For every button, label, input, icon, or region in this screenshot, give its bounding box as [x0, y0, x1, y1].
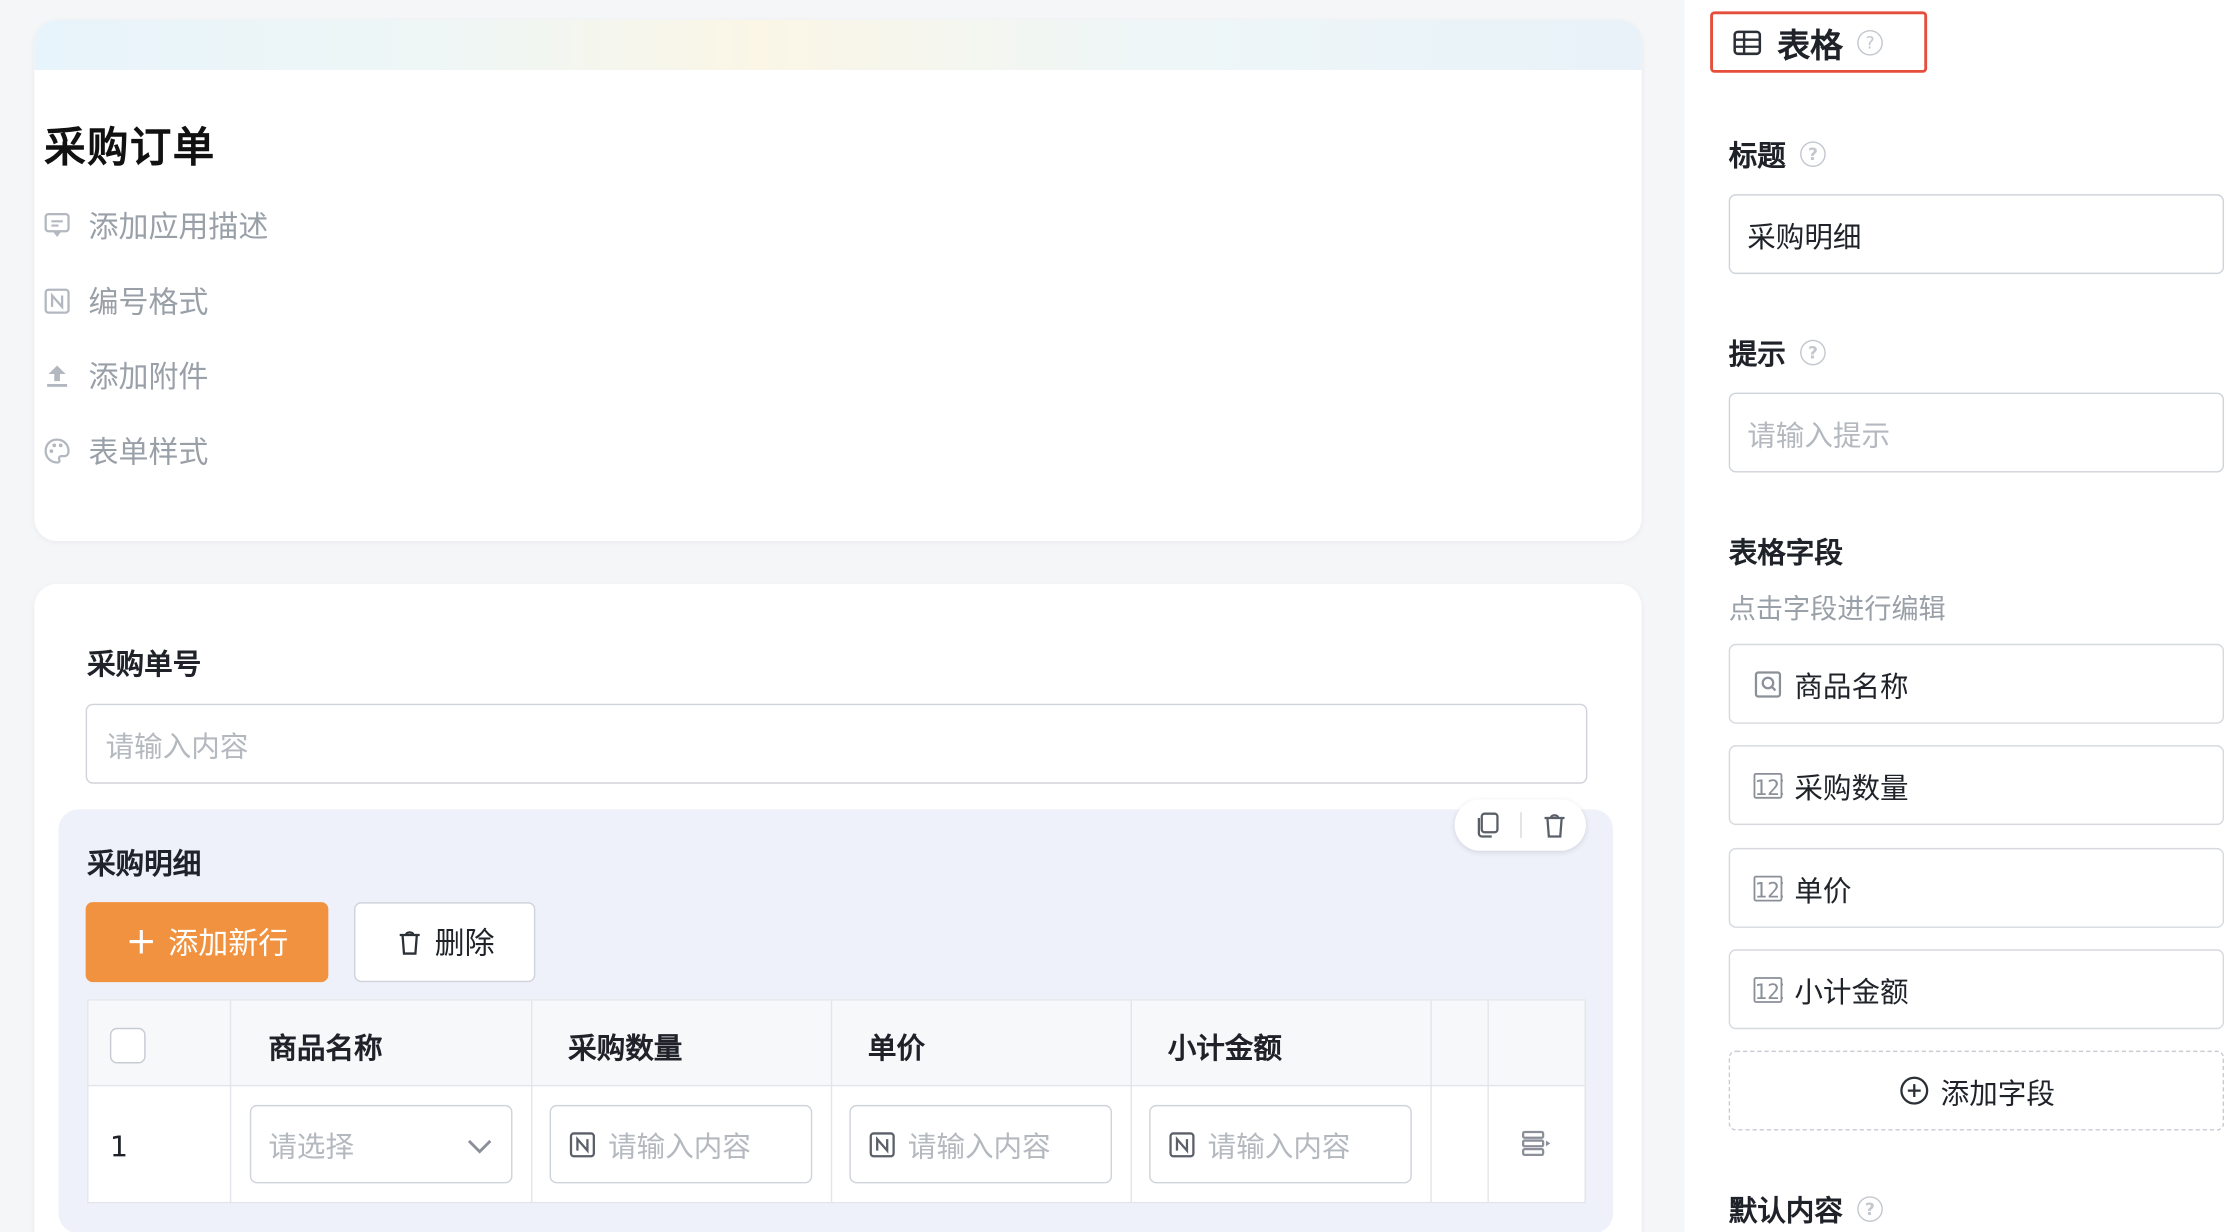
- column-divider: [229, 1000, 232, 1202]
- field-item-subtotal[interactable]: 123 小计金额: [1728, 949, 2225, 1030]
- title-input[interactable]: 采购明细: [1728, 194, 2225, 275]
- comment-icon: [44, 212, 70, 237]
- default-content-label: 默认内容 ?: [1729, 1188, 1883, 1229]
- delete-label: 删除: [434, 926, 495, 961]
- subtotal-placeholder: 请输入内容: [1207, 1129, 1351, 1164]
- number-format-label: 编号格式: [88, 285, 209, 320]
- block-toolbar: [1454, 799, 1586, 851]
- number-field-icon: 123: [1753, 875, 1783, 902]
- column-divider: [1430, 1000, 1432, 1202]
- default-label-text: 默认内容: [1728, 1193, 1843, 1228]
- plus-circle-icon: [1899, 1076, 1928, 1105]
- number-format-icon: [44, 288, 70, 314]
- column-divider: [1487, 1000, 1489, 1202]
- form-style-label: 表单样式: [88, 435, 209, 470]
- row-edit-icon[interactable]: [1517, 1125, 1554, 1162]
- order-no-input[interactable]: 请输入内容: [85, 703, 1588, 784]
- select-all-checkbox[interactable]: [109, 1027, 146, 1064]
- number-format-icon: [869, 1131, 895, 1157]
- add-description-option[interactable]: 添加应用描述: [43, 204, 269, 247]
- select-field-icon: [1754, 670, 1782, 697]
- toolbar-divider: [1519, 812, 1522, 838]
- header-banner: [34, 19, 1642, 70]
- trash-icon: [398, 931, 419, 955]
- help-icon[interactable]: ?: [1857, 1195, 1883, 1222]
- help-icon[interactable]: ?: [1800, 339, 1826, 365]
- column-divider: [1130, 1000, 1133, 1202]
- column-header-price: 单价: [867, 1030, 926, 1065]
- add-description-label: 添加应用描述: [88, 209, 269, 245]
- order-no-label: 采购单号: [87, 646, 202, 681]
- detail-table: 商品名称 采购数量 单价 小计金额 1 请选择 请输入内容 请输入内容 请输入内…: [87, 999, 1586, 1204]
- number-field-icon: 123: [1753, 976, 1783, 1003]
- row-index: 1: [109, 1129, 129, 1164]
- column-header-product: 商品名称: [268, 1030, 383, 1065]
- product-select-placeholder: 请选择: [268, 1129, 355, 1164]
- field-item-qty[interactable]: 123 采购数量: [1728, 745, 2225, 826]
- add-row-label: 添加新行: [168, 926, 289, 961]
- svg-text:123: 123: [1754, 775, 1782, 799]
- hint-label-text: 提示: [1728, 336, 1786, 372]
- field-item-label: 商品名称: [1794, 668, 1909, 704]
- number-field-icon: 123: [1753, 772, 1783, 799]
- field-item-product[interactable]: 商品名称: [1728, 643, 2225, 724]
- form-header-card: [34, 19, 1642, 542]
- title-label-text: 标题: [1728, 138, 1786, 173]
- table-fields-label: 表格字段: [1728, 535, 1843, 570]
- subtotal-input[interactable]: 请输入内容: [1149, 1104, 1412, 1184]
- number-format-option[interactable]: 编号格式: [43, 280, 209, 323]
- panel-header: 表格 ?: [1710, 11, 1928, 73]
- price-input[interactable]: 请输入内容: [849, 1104, 1113, 1184]
- field-item-price[interactable]: 123 单价: [1728, 847, 2225, 928]
- price-placeholder: 请输入内容: [907, 1129, 1051, 1164]
- add-attachment-option[interactable]: 添加附件: [43, 354, 209, 397]
- hint-field-label: 提示 ?: [1729, 331, 1826, 372]
- column-divider: [531, 1000, 533, 1202]
- upload-icon: [47, 365, 68, 387]
- help-icon[interactable]: ?: [1857, 29, 1883, 55]
- copy-icon[interactable]: [1472, 811, 1501, 840]
- delete-rows-button[interactable]: 删除: [354, 902, 536, 983]
- plus-icon: +: [125, 920, 157, 964]
- add-attachment-label: 添加附件: [88, 359, 209, 394]
- chevron-down-icon: [467, 1139, 492, 1154]
- add-field-button[interactable]: 添加字段: [1728, 1050, 2225, 1131]
- palette-icon: [44, 438, 70, 464]
- field-item-label: 单价: [1794, 872, 1852, 908]
- number-format-icon: [1169, 1131, 1195, 1157]
- hint-input[interactable]: 请输入提示: [1728, 392, 2225, 473]
- field-item-label: 小计金额: [1794, 974, 1909, 1009]
- svg-text:123: 123: [1754, 878, 1782, 902]
- qty-placeholder: 请输入内容: [608, 1129, 751, 1164]
- field-item-label: 采购数量: [1794, 770, 1909, 805]
- add-field-label: 添加字段: [1940, 1075, 2055, 1110]
- qty-input[interactable]: 请输入内容: [549, 1104, 813, 1184]
- table-icon: [1733, 29, 1762, 55]
- title-field-label: 标题 ?: [1729, 133, 1826, 174]
- app-root: 采购订单 添加应用描述 编号格式 添加附件 表单样式 采购单号 请输入内容 采购…: [0, 0, 2234, 1232]
- help-icon[interactable]: ?: [1800, 140, 1826, 167]
- column-divider: [830, 1000, 833, 1202]
- form-title[interactable]: 采购订单: [44, 114, 215, 174]
- product-select[interactable]: 请选择: [249, 1104, 513, 1184]
- panel-title: 表格: [1777, 27, 1843, 65]
- detail-label: 采购明细: [87, 846, 202, 881]
- column-header-qty: 采购数量: [568, 1030, 683, 1065]
- form-style-option[interactable]: 表单样式: [43, 430, 209, 473]
- number-format-icon: [569, 1131, 595, 1157]
- column-header-subtotal: 小计金额: [1167, 1030, 1282, 1065]
- trash-icon[interactable]: [1540, 811, 1569, 840]
- add-row-button[interactable]: + 添加新行: [85, 902, 329, 983]
- table-fields-subtitle: 点击字段进行编辑: [1728, 593, 1946, 626]
- svg-text:123: 123: [1754, 979, 1782, 1003]
